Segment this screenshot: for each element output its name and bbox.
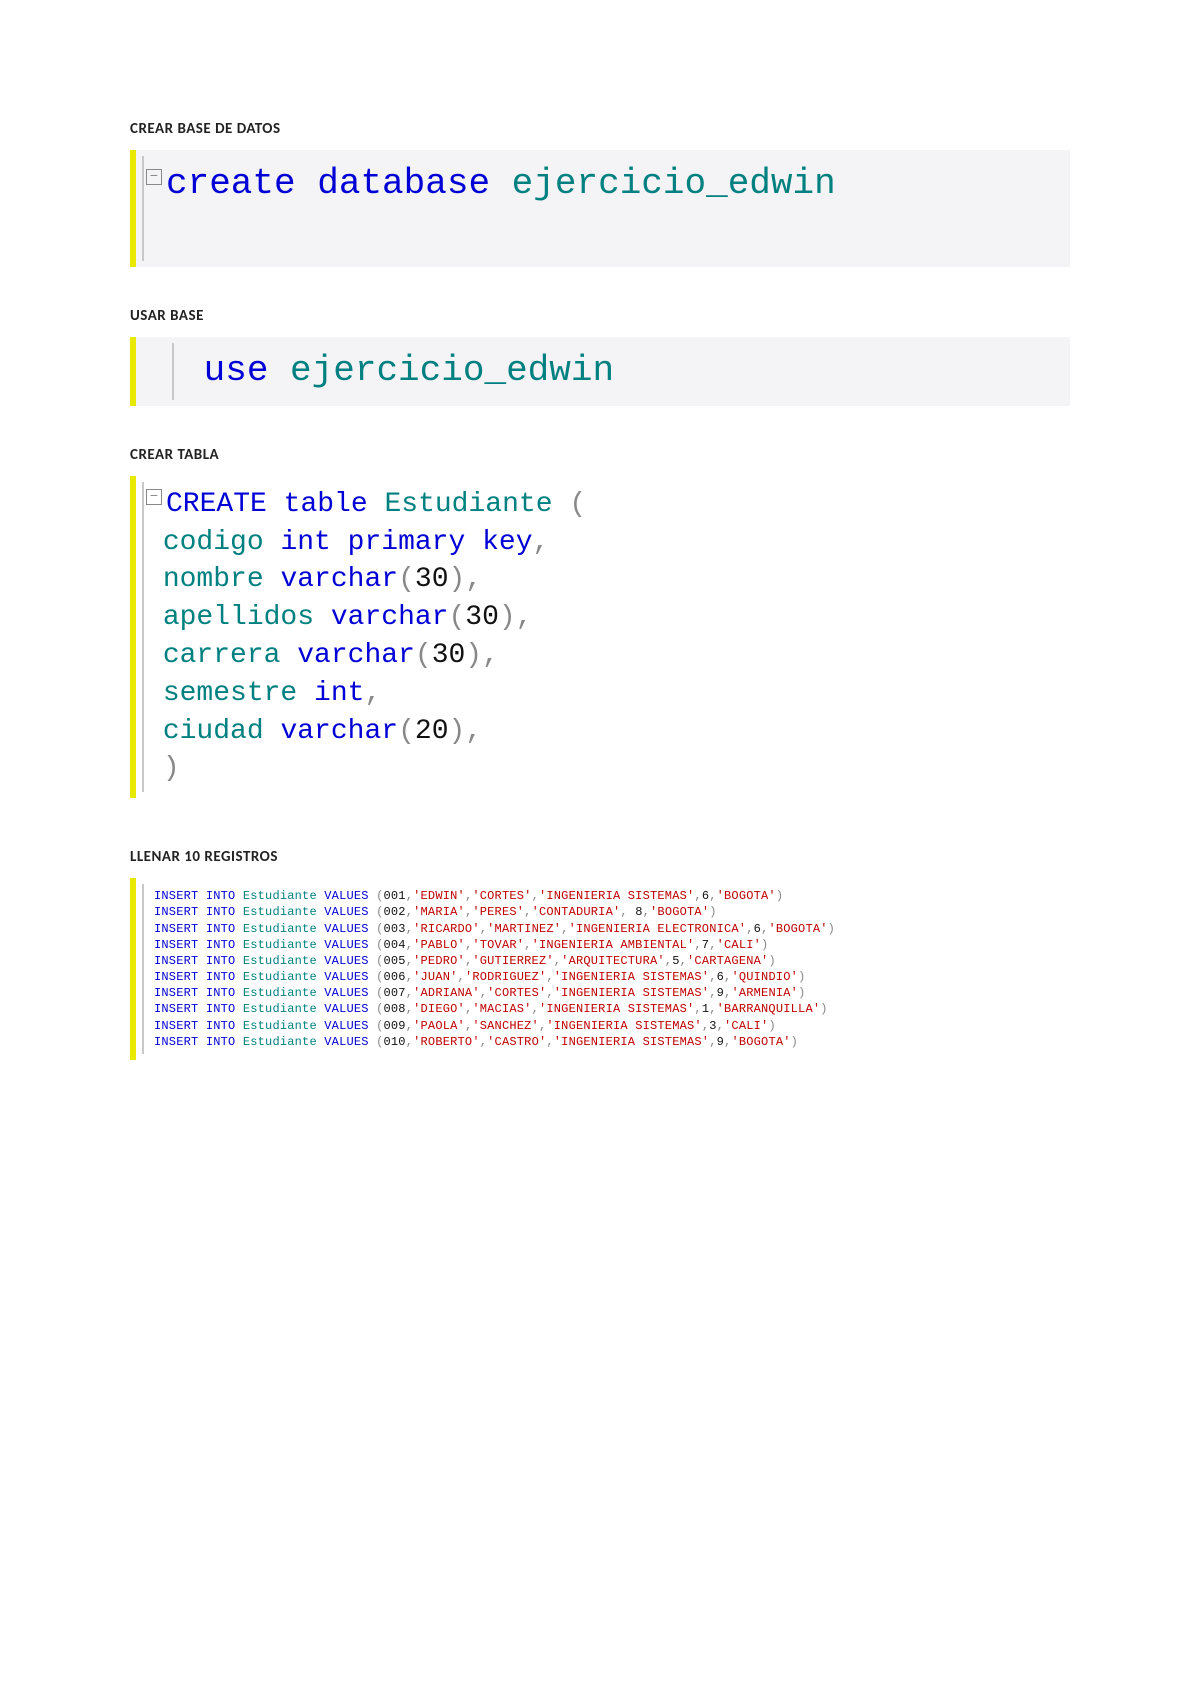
heading-crear-tabla: CREAR TABLA — [130, 446, 1070, 464]
heading-usar-base: USAR BASE — [130, 307, 1070, 325]
code-block-create-table: −CREATE table Estudiante ( codigo int pr… — [130, 476, 1070, 798]
code-line: codigo int primary key, — [146, 524, 1070, 562]
code-line: use ejercicio_edwin — [182, 347, 1070, 396]
code-line-insert: INSERT INTO Estudiante VALUES (001,'EDWI… — [154, 888, 1070, 904]
code-line: carrera varchar(30), — [146, 637, 1070, 675]
code-line-insert: INSERT INTO Estudiante VALUES (002,'MARI… — [154, 904, 1070, 920]
code-line: semestre int, — [146, 675, 1070, 713]
heading-llenar-registros: LLENAR 10 REGISTROS — [130, 848, 1070, 866]
code-line-insert: INSERT INTO Estudiante VALUES (007,'ADRI… — [154, 985, 1070, 1001]
code-line-insert: INSERT INTO Estudiante VALUES (009,'PAOL… — [154, 1018, 1070, 1034]
code-line: −create database ejercicio_edwin — [146, 160, 1070, 209]
code-line-insert: INSERT INTO Estudiante VALUES (004,'PABL… — [154, 937, 1070, 953]
code-line: apellidos varchar(30), — [146, 599, 1070, 637]
code-line-insert: INSERT INTO Estudiante VALUES (005,'PEDR… — [154, 953, 1070, 969]
code-line-insert: INSERT INTO Estudiante VALUES (008,'DIEG… — [154, 1001, 1070, 1017]
code-block-create-database: −create database ejercicio_edwin — [130, 150, 1070, 267]
code-line: nombre varchar(30), — [146, 561, 1070, 599]
code-line-insert: INSERT INTO Estudiante VALUES (010,'ROBE… — [154, 1034, 1070, 1050]
code-line: ciudad varchar(20), — [146, 713, 1070, 751]
fold-minus-icon[interactable]: − — [146, 489, 162, 505]
code-line: −CREATE table Estudiante ( — [146, 486, 1070, 524]
code-line-empty — [146, 209, 1070, 258]
code-block-use-database: use ejercicio_edwin — [130, 337, 1070, 406]
code-line-insert: INSERT INTO Estudiante VALUES (003,'RICA… — [154, 921, 1070, 937]
heading-crear-base: CREAR BASE DE DATOS — [130, 120, 1070, 138]
code-block-insert-rows: INSERT INTO Estudiante VALUES (001,'EDWI… — [130, 878, 1070, 1060]
code-line-insert: INSERT INTO Estudiante VALUES (006,'JUAN… — [154, 969, 1070, 985]
fold-minus-icon[interactable]: − — [146, 169, 162, 185]
code-line: ) — [146, 750, 1070, 788]
